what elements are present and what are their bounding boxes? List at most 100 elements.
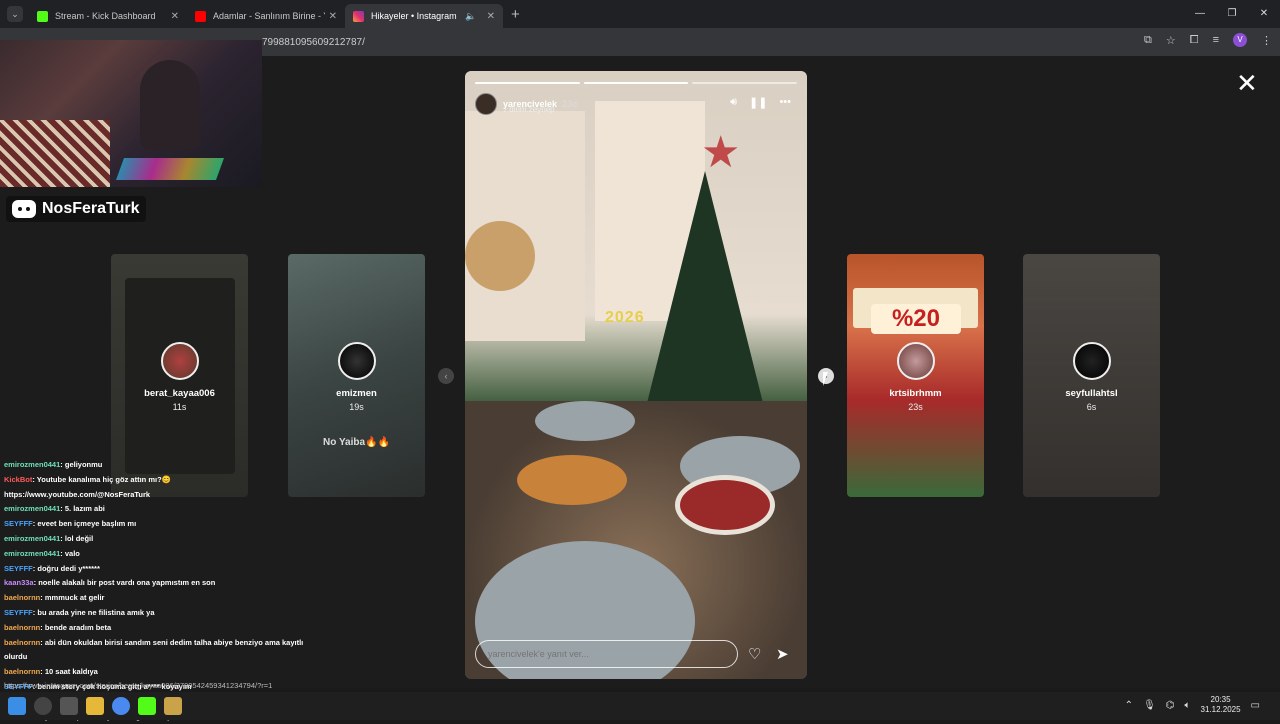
wall-art-sun — [465, 221, 535, 291]
close-tab-icon[interactable]: ✕ — [171, 11, 179, 22]
discord-username: NosFeraTurk — [42, 200, 140, 217]
task-view-icon[interactable] — [60, 697, 78, 715]
main-story[interactable]: ★ 2026 yarencivelek 23d ♪ dirim.zeynep 🔊… — [465, 71, 807, 679]
chat-username[interactable]: SEYFFF — [4, 564, 33, 573]
url-text[interactable]: 799881095609212787/ — [262, 37, 365, 48]
chat-message: emirozmen0441: 5. lazım abi — [4, 504, 105, 514]
chat-message: emirozmen0441: geliyonmu — [4, 460, 103, 469]
chat-username[interactable]: baelnornn — [4, 667, 40, 676]
chat-username[interactable]: SEYFFF — [4, 519, 33, 528]
card-username: berat_kayaa006 — [144, 388, 215, 399]
send-icon[interactable]: ➤ — [776, 645, 789, 663]
chrome-icon[interactable] — [112, 697, 130, 715]
previous-story-button[interactable]: ‹ — [438, 368, 454, 384]
chat-username[interactable]: emirozmen0441 — [4, 504, 60, 513]
extensions-icon[interactable]: ⧠ — [1190, 34, 1199, 47]
chat-message: baelnornn: mmmuck at gelir — [4, 593, 105, 603]
chat-username[interactable]: baelnornn — [4, 623, 40, 632]
reply-input[interactable] — [475, 640, 738, 668]
clock[interactable]: 20:35 31.12.2025 — [1201, 695, 1241, 715]
chat-text: Youtube kanalıma hiç göz attın mı?😊 — [36, 474, 172, 484]
volume-icon[interactable]: 🔊︎ — [730, 96, 737, 109]
chat-username[interactable]: KickBot — [4, 475, 32, 484]
food-plate — [675, 475, 775, 535]
menu-kebab-icon[interactable]: ⋮ — [1261, 34, 1272, 47]
discord-badge: NosFeraTurk — [6, 196, 146, 222]
heart-icon[interactable]: ♡ — [748, 645, 761, 663]
media-icon[interactable]: ≡ — [1213, 34, 1219, 46]
chat-message: olurdu — [4, 650, 354, 665]
kick-app-icon[interactable] — [138, 697, 156, 715]
food-plate — [517, 455, 627, 505]
story-progress-segment — [583, 82, 689, 84]
tab-kick[interactable]: Stream - Kick Dashboard ✕ — [29, 4, 187, 28]
story-age: 23d — [562, 99, 578, 109]
kick-favicon-icon — [37, 10, 48, 22]
story-controls: 🔊︎ ❚❚ ••• — [730, 96, 791, 109]
speaker-icon[interactable]: 🔈 — [465, 11, 476, 22]
card-time: 19s — [349, 402, 364, 412]
chat-username[interactable]: baelnornn — [4, 593, 40, 602]
youtube-favicon-icon — [195, 10, 206, 22]
tab-title: Hikayeler • Instagram — [371, 11, 457, 21]
card-caption: No Yaiba🔥🔥 — [323, 437, 390, 448]
chat-username[interactable]: emirozmen0441 — [4, 534, 60, 543]
tab-search-button[interactable]: ⌄ — [7, 6, 23, 22]
chat-text: bu arada yine ne filistina amık ya — [37, 607, 155, 617]
chat-text: valo — [64, 548, 80, 558]
tab-youtube[interactable]: Adamlar - Sanlınım Birine - You ✕ — [187, 4, 345, 28]
network-icon[interactable]: ⌬ — [1166, 700, 1175, 711]
close-stories-button[interactable]: ✕ — [1236, 70, 1258, 96]
card-time: 11s — [172, 402, 187, 412]
restore-icon[interactable]: ❐ — [1216, 0, 1248, 28]
chat-username[interactable]: emirozmen0441 — [4, 460, 60, 469]
volume-icon[interactable]: 🔈︎ — [1185, 700, 1191, 711]
profile-avatar[interactable]: V — [1233, 33, 1247, 47]
app-icon[interactable] — [164, 697, 182, 715]
chat-username[interactable]: SEYFFF — [4, 608, 33, 617]
cast-icon[interactable]: ⧉ — [1144, 34, 1152, 47]
close-tab-icon[interactable]: ✕ — [329, 11, 337, 22]
microphone-icon[interactable]: 🎙︎ — [1143, 700, 1156, 711]
card-time: 6s — [1086, 402, 1097, 412]
story-card-seyfullahtsl[interactable]: seyfullahtsl 6s — [1023, 254, 1160, 497]
link-status-bar: https://www.instagram.com/stories/berat_… — [4, 681, 273, 690]
bookmark-star-icon[interactable]: ☆ — [1166, 34, 1176, 47]
chat-message: KickBot: Youtube kanalıma hiç göz attın … — [4, 474, 172, 484]
avatar — [160, 342, 199, 380]
window-controls: — ❐ ✕ — [1184, 0, 1280, 28]
avatar — [1072, 342, 1111, 380]
explorer-icon[interactable] — [86, 697, 104, 715]
new-tab-button[interactable]: + — [511, 6, 520, 23]
tab-title: Adamlar - Sanlınım Birine - You — [213, 11, 325, 21]
plate — [535, 401, 635, 441]
story-card-krtsibrhmm[interactable]: %20 krtsibrhmm 23s — [847, 254, 984, 497]
minimize-icon[interactable]: — — [1184, 0, 1216, 28]
close-tab-icon[interactable]: ✕ — [487, 11, 495, 22]
chat-text: https://www.youtube.com/@NosFeraTurk — [4, 489, 151, 499]
chat-username[interactable]: kaan33a — [4, 578, 34, 587]
story-music[interactable]: ♪ dirim.zeynep — [503, 105, 555, 114]
story-progress-segment — [692, 82, 797, 84]
mouse-cursor-icon — [823, 372, 828, 386]
more-options-icon[interactable]: ••• — [779, 96, 791, 109]
search-icon[interactable] — [34, 697, 52, 715]
chat-message: baelnornn: abi dün okuldan birisi sandım… — [4, 637, 304, 647]
chevron-up-icon[interactable]: ⌃ — [1125, 700, 1133, 711]
story-progress-segment — [475, 82, 580, 84]
chat-text: eveet ben içmeye başlım mı — [37, 519, 137, 529]
chat-message: emirozmen0441: lol değil — [4, 533, 94, 543]
tab-instagram[interactable]: Hikayeler • Instagram 🔈 ✕ — [345, 4, 503, 28]
avatar — [896, 342, 935, 380]
chat-text: 10 saat kaldıya — [44, 667, 98, 677]
notification-icon[interactable]: ▭ — [1251, 700, 1260, 711]
year-sticker: 2026 — [605, 309, 645, 326]
windows-start-icon[interactable] — [8, 697, 26, 715]
pause-icon[interactable]: ❚❚ — [749, 96, 767, 109]
close-window-icon[interactable]: ✕ — [1248, 0, 1280, 28]
chat-username[interactable]: baelnornn — [4, 638, 40, 647]
story-avatar[interactable] — [475, 93, 497, 115]
chat-username[interactable]: emirozmen0441 — [4, 549, 60, 558]
chat-message: https://www.youtube.com/@NosFeraTurk — [4, 488, 354, 503]
toolbar-icons: ⧉ ☆ ⧠ ≡ V ⋮ — [1144, 33, 1272, 47]
